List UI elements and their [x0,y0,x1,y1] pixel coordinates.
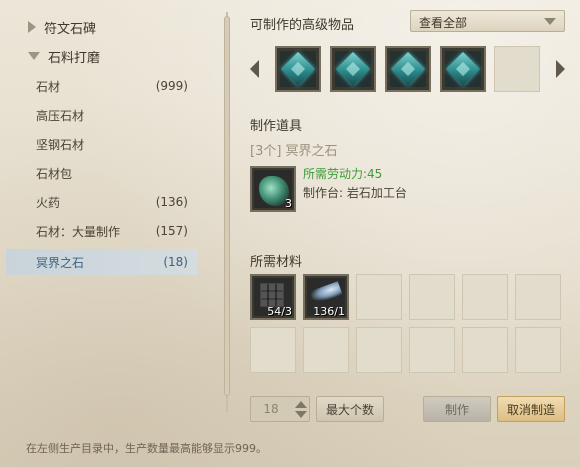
crafting-station: 制作台: 岩石加工台 [303,186,407,200]
recipe-tree: 符文石碑 石料打磨 石材 (999) 高压石材 坚钢石材 石材包 火药 (136… [6,6,218,416]
empty-slot [462,274,508,320]
empty-slot [515,274,561,320]
list-item[interactable]: 石材：大量制作 (157) [6,218,198,244]
item-name: 石材包 [36,166,73,181]
advanced-item-slot[interactable] [385,46,431,92]
item-name: 石材 [36,79,61,94]
cancel-craft-button[interactable]: 取消制造 [497,396,565,422]
product-quantity: [3个] 冥界之石 [250,144,338,159]
gem-icon [335,51,371,87]
advanced-item-slot[interactable] [440,46,486,92]
item-name: 高压石材 [36,108,85,123]
advanced-item-slot[interactable] [330,46,376,92]
empty-slot [303,327,349,373]
materials-title: 所需材料 [250,255,303,270]
product-slot[interactable]: 3 [250,166,296,212]
expanded-arrow-icon [28,52,40,60]
list-item-selected[interactable]: 冥界之石 (18) [6,249,198,275]
material-count: 54/3 [267,305,292,318]
craft-button[interactable]: 制作 [423,396,491,422]
item-name: 坚钢石材 [36,137,85,152]
item-count: (18) [163,255,188,269]
list-item[interactable]: 石材包 [6,160,198,186]
list-item[interactable]: 石材 (999) [6,73,198,99]
prev-arrow-icon[interactable] [250,60,259,78]
increment-icon[interactable] [295,401,307,408]
empty-slot [462,327,508,373]
advanced-items-title: 可制作的高级物品 [250,18,355,33]
advanced-item-slot[interactable] [275,46,321,92]
next-arrow-icon[interactable] [556,60,565,78]
gem-icon [390,51,426,87]
max-quantity-button[interactable]: 最大个数 [316,396,384,422]
gem-icon [280,51,316,87]
material-slot[interactable]: 54/3 [250,274,296,320]
crafting-window: 符文石碑 石料打磨 石材 (999) 高压石材 坚钢石材 石材包 火药 (136… [0,0,580,467]
list-item[interactable]: 坚钢石材 [6,131,198,157]
empty-slot [356,327,402,373]
filter-value: 查看全部 [419,16,468,30]
quantity-input[interactable]: 18 [251,402,291,416]
tree-scrollbar[interactable] [224,6,230,418]
category-label: 石料打磨 [48,50,101,66]
item-count: (999) [155,79,188,93]
empty-slot [494,46,540,92]
empty-slot [250,327,296,373]
item-count: (136) [155,195,188,209]
decrement-icon[interactable] [295,411,307,418]
item-name: 冥界之石 [36,255,85,270]
scrollbar-thumb[interactable] [224,16,230,396]
gem-icon [445,51,481,87]
category-stone-polishing[interactable]: 石料打磨 [6,43,218,69]
item-name: 火药 [36,195,61,210]
product-count: 3 [285,197,292,210]
list-item[interactable]: 高压石材 [6,102,198,128]
footer-note: 在左侧生产目录中，生产数量最高能够显示999。 [26,442,267,455]
category-rune-stele[interactable]: 符文石碑 [6,14,218,40]
chevron-down-icon [544,18,556,25]
tool-section-title: 制作道具 [250,119,303,134]
filter-dropdown[interactable]: 查看全部 [410,10,565,32]
material-slot[interactable]: 136/1 [303,274,349,320]
item-count: (157) [155,224,188,238]
category-label: 符文石碑 [44,21,97,37]
collapsed-arrow-icon [28,21,36,33]
item-name: 石材：大量制作 [36,224,121,239]
material-count: 136/1 [313,305,345,318]
empty-slot [409,327,455,373]
quantity-stepper[interactable]: 18 [250,396,310,422]
labor-cost: 所需劳动力:45 [303,167,383,181]
list-item[interactable]: 火药 (136) [6,189,198,215]
empty-slot [356,274,402,320]
empty-slot [515,327,561,373]
empty-slot [409,274,455,320]
